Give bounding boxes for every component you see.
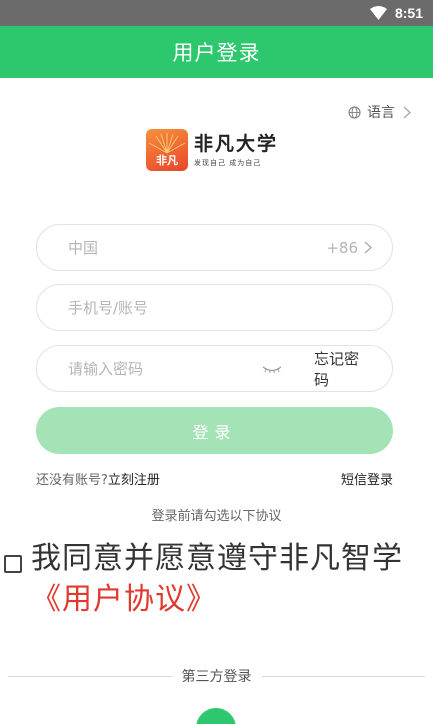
page-title: 用户登录 [172,41,261,65]
sms-login-link[interactable]: 短信登录 [341,469,393,488]
third-party-label: 第三方登录 [181,669,252,685]
status-time: 8:51 [394,5,423,21]
register-link[interactable]: 立刻注册 [108,473,160,488]
globe-icon [348,105,361,119]
country-value: 中国 [68,239,99,257]
wechat-icon[interactable] [196,708,236,724]
country-code-label: +86 [326,238,358,257]
country-selector[interactable]: 中国 +86 [36,224,393,271]
logo-mark-text: 非凡 [156,154,178,167]
logo-mark: 非凡 [146,129,188,171]
password-input[interactable] [68,359,262,378]
agreement-checkbox[interactable] [4,555,22,573]
language-label: 语言 [367,105,395,121]
app-logo: 非凡 非凡大学 发现自己 成为自己 [146,127,286,173]
agreement-text: 我同意并愿意遵守非凡智学 [31,541,403,576]
chevron-right-icon [364,241,372,254]
password-field[interactable]: 忘记密码 [36,345,393,392]
status-bar: 8:51 [0,0,433,26]
login-button[interactable]: 登录 [36,407,393,454]
divider-line [8,675,172,677]
wifi-icon [369,6,387,20]
language-selector[interactable]: 语言 [348,102,411,122]
divider-line [261,675,425,677]
register-row: 还没有账号?立刻注册 短信登录 [36,469,393,488]
agreement-hint: 登录前请勾选以下协议 [151,509,282,524]
user-agreement-link[interactable]: 《用户协议》 [31,580,433,620]
title-bar: 用户登录 [0,26,433,78]
agreement-block: 我同意并愿意遵守非凡智学 《用户协议》 [4,538,433,620]
logo-slogan: 发现自己 成为自己 [194,158,262,167]
chevron-right-icon [403,105,411,119]
account-field[interactable] [36,284,393,331]
logo-name: 非凡大学 [194,132,279,155]
forgot-password-link[interactable]: 忘记密码 [314,348,362,390]
third-party-divider: 第三方登录 [8,664,425,688]
eye-closed-icon[interactable] [262,365,282,373]
account-input[interactable] [68,298,372,317]
no-account-text: 还没有账号? [36,473,108,488]
country-code: +86 [326,239,372,257]
